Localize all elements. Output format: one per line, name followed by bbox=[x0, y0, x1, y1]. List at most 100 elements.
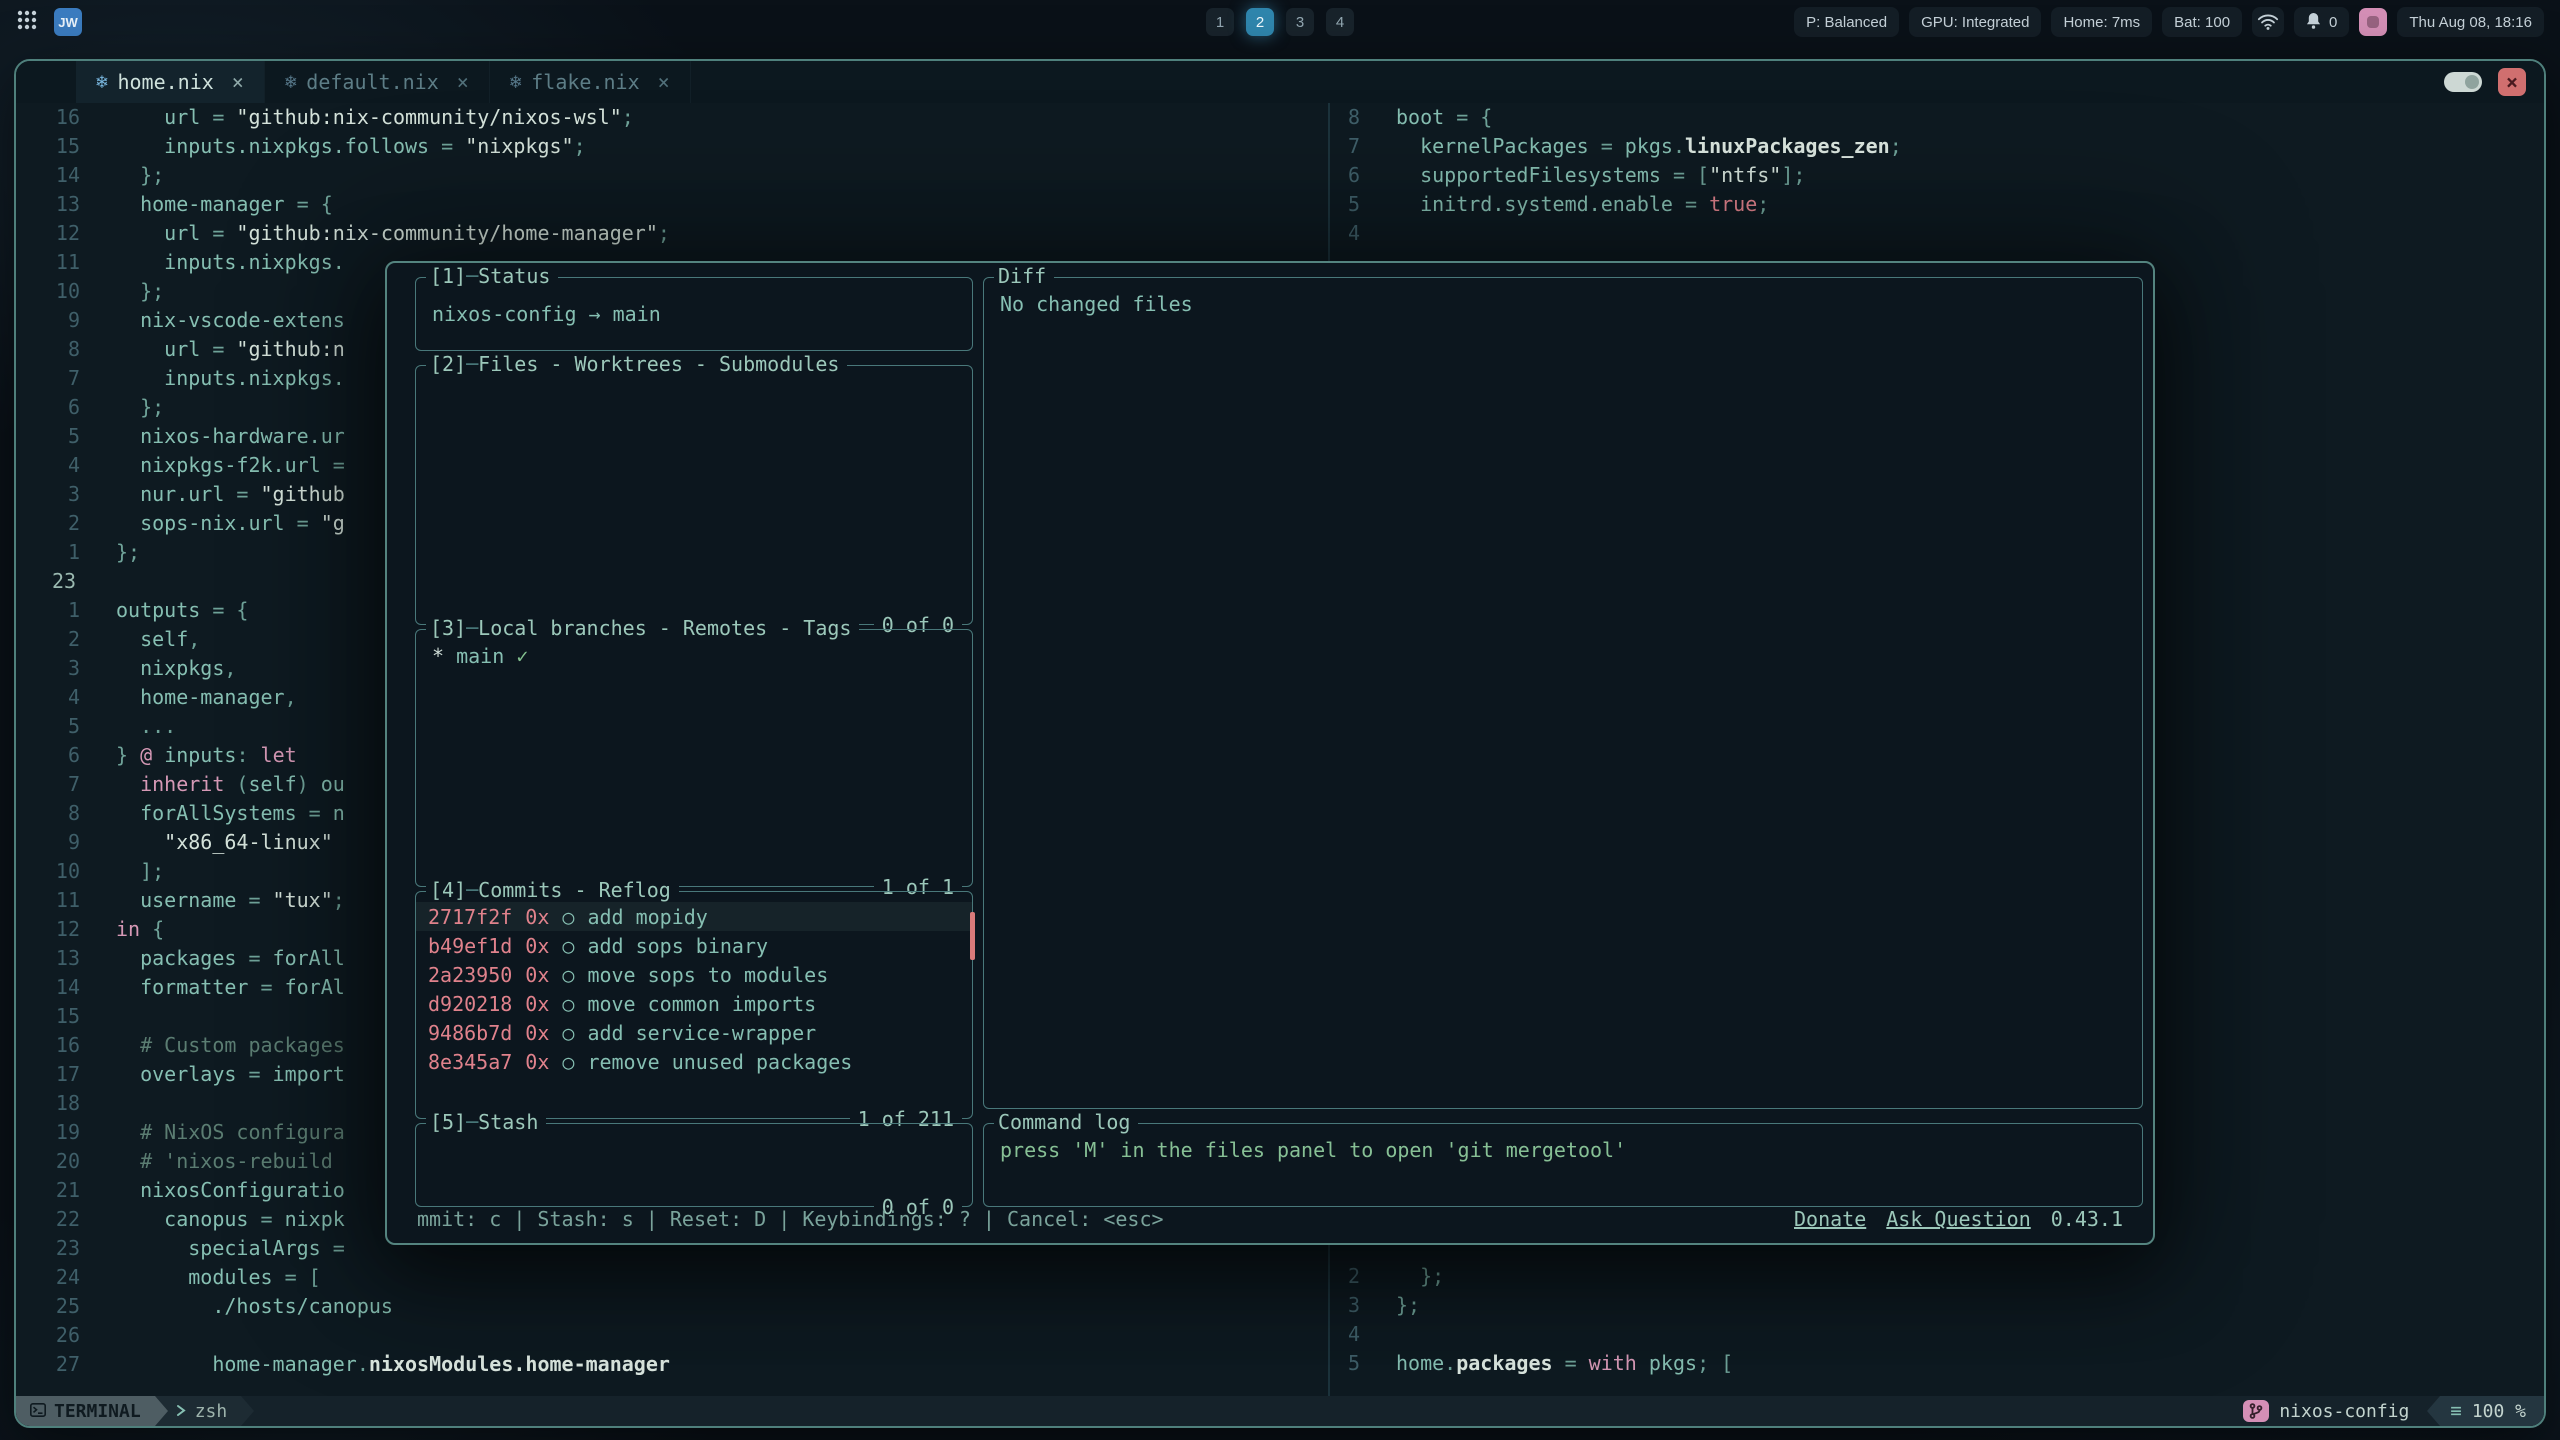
workspace-button-1[interactable]: 1 bbox=[1206, 8, 1234, 36]
lazygit-branches-panel[interactable]: [3]Local branches - Remotes - Tags * mai… bbox=[415, 629, 973, 887]
mode-indicator: TERMINAL bbox=[16, 1396, 155, 1426]
lazygit-commits-panel[interactable]: [4]Commits - Reflog 2717f2f0x○add mopidy… bbox=[415, 891, 973, 1119]
commit-row[interactable]: 9486b7d0x○add service-wrapper bbox=[416, 1018, 972, 1047]
code-line: 15 inputs.nixpkgs.follows = "nixpkgs"; bbox=[16, 132, 1326, 161]
tab-close-icon[interactable]: × bbox=[658, 70, 670, 94]
line-number: 7 bbox=[1334, 132, 1360, 161]
line-number: 4 bbox=[1334, 1320, 1360, 1349]
commit-author: 0x bbox=[525, 934, 549, 958]
code-line: 4 bbox=[1334, 219, 2544, 248]
command-log-content: press 'M' in the files panel to open 'gi… bbox=[984, 1124, 2142, 1177]
user-badge[interactable]: JW bbox=[54, 8, 82, 36]
status-module-latency[interactable]: Home: 7ms bbox=[2051, 7, 2152, 37]
line-number: 5 bbox=[1334, 190, 1360, 219]
powerline-separator bbox=[2427, 1396, 2440, 1426]
line-number: 4 bbox=[16, 451, 80, 480]
commit-row[interactable]: d9202180x○move common imports bbox=[416, 989, 972, 1018]
window-toggle-pill[interactable] bbox=[2444, 72, 2482, 92]
window-close-button[interactable]: × bbox=[2498, 68, 2526, 96]
workspace-button-4[interactable]: 4 bbox=[1326, 8, 1354, 36]
commit-graph-node-icon: ○ bbox=[562, 963, 574, 987]
lazygit-diff-panel[interactable]: Diff No changed files bbox=[983, 277, 2143, 1109]
editor-pane-right-bottom[interactable]: 2 };3};45home.packages = with pkgs; [ bbox=[1334, 1262, 2544, 1378]
code-line: 2 }; bbox=[1334, 1262, 2544, 1291]
topbar-right: P: Balanced GPU: Integrated Home: 7ms Bat: … bbox=[1794, 7, 2544, 37]
editor-pane-right-top[interactable]: 8boot = {7 kernelPackages = pkgs.linuxPa… bbox=[1334, 103, 2544, 248]
ask-question-link[interactable]: Ask Question bbox=[1886, 1207, 2031, 1231]
wifi-icon[interactable] bbox=[2252, 7, 2284, 37]
line-number: 2 bbox=[16, 625, 80, 654]
line-number: 20 bbox=[16, 1147, 80, 1176]
status-module-battery[interactable]: Bat: 100 bbox=[2162, 7, 2242, 37]
keybindings-hint: mmit: c | Stash: s | Reset: D | Keybindi… bbox=[417, 1207, 1164, 1231]
commit-hash: b49ef1d bbox=[428, 934, 512, 958]
commit-row[interactable]: 2717f2f0x○add mopidy bbox=[416, 902, 972, 931]
lazygit-status-panel[interactable]: [1]Status nixos-config → main bbox=[415, 277, 973, 351]
line-number: 3 bbox=[1334, 1291, 1360, 1320]
line-number: 12 bbox=[16, 219, 80, 248]
branch-sync-check-icon: ✓ bbox=[516, 644, 528, 668]
code-line: 25 ./hosts/canopus bbox=[16, 1292, 1326, 1321]
line-number: 11 bbox=[16, 248, 80, 277]
terminal-mode-icon bbox=[30, 1401, 46, 1422]
commit-row[interactable]: 2a239500x○move sops to modules bbox=[416, 960, 972, 989]
tab-label: default.nix bbox=[306, 70, 438, 94]
line-number: 3 bbox=[16, 480, 80, 509]
panel-title: Local branches - Remotes - Tags bbox=[478, 616, 851, 640]
commit-graph-node-icon: ○ bbox=[562, 934, 574, 958]
code-line: 16 url = "github:nix-community/nixos-wsl… bbox=[16, 103, 1326, 132]
status-module-gpu[interactable]: GPU: Integrated bbox=[1909, 7, 2041, 37]
lazygit-files-panel[interactable]: [2]Files - Worktrees - Submodules 0 of 0 bbox=[415, 365, 973, 625]
topbar-left: JW bbox=[16, 8, 82, 36]
donate-link[interactable]: Donate bbox=[1794, 1207, 1866, 1231]
tab-label: home.nix bbox=[117, 70, 213, 94]
workspace-button-3[interactable]: 3 bbox=[1286, 8, 1314, 36]
commit-row[interactable]: 8e345a70x○remove unused packages bbox=[416, 1047, 972, 1076]
line-number: 14 bbox=[16, 161, 80, 190]
tab-close-icon[interactable]: × bbox=[232, 70, 244, 94]
line-number: 17 bbox=[16, 1060, 80, 1089]
status-module-power-profile[interactable]: P: Balanced bbox=[1794, 7, 1899, 37]
notification-count: 0 bbox=[2329, 14, 2337, 31]
clock[interactable]: Thu Aug 08, 18:16 bbox=[2397, 7, 2544, 37]
line-number: 25 bbox=[16, 1292, 80, 1321]
line-number: 1 bbox=[16, 538, 80, 567]
line-number: 10 bbox=[16, 277, 80, 306]
tab-close-icon[interactable]: × bbox=[457, 70, 469, 94]
line-number: 2 bbox=[16, 509, 80, 538]
powerline-separator bbox=[155, 1396, 168, 1426]
color-swatch-icon[interactable] bbox=[2359, 8, 2387, 36]
panel-title: Command log bbox=[998, 1110, 1130, 1134]
line-number: 13 bbox=[16, 190, 80, 219]
lazygit-command-log-panel[interactable]: Command log press 'M' in the files panel… bbox=[983, 1123, 2143, 1207]
line-number: 6 bbox=[1334, 161, 1360, 190]
commits-scrollbar[interactable] bbox=[970, 912, 975, 960]
tab-default.nix[interactable]: ❄default.nix× bbox=[265, 61, 490, 103]
line-number: 8 bbox=[16, 799, 80, 828]
line-number: 1 bbox=[16, 596, 80, 625]
git-branch-icon bbox=[2243, 1400, 2269, 1422]
tab-label: flake.nix bbox=[531, 70, 639, 94]
commit-hash: 9486b7d bbox=[428, 1021, 512, 1045]
app-launcher-icon[interactable] bbox=[16, 9, 38, 36]
tab-home.nix[interactable]: ❄home.nix× bbox=[76, 61, 265, 103]
commit-author: 0x bbox=[525, 963, 549, 987]
code-line: 8boot = { bbox=[1334, 103, 2544, 132]
line-number: 27 bbox=[16, 1350, 80, 1379]
code-line: 7 kernelPackages = pkgs.linuxPackages_ze… bbox=[1334, 132, 2544, 161]
panel-title: Diff bbox=[998, 264, 1046, 288]
workspace-button-2[interactable]: 2 bbox=[1246, 8, 1274, 36]
commit-message: remove unused packages bbox=[587, 1050, 852, 1074]
commit-author: 0x bbox=[525, 992, 549, 1016]
lazygit-stash-panel[interactable]: [5]Stash 0 of 0 bbox=[415, 1123, 973, 1207]
commit-message: add sops binary bbox=[587, 934, 768, 958]
panel-key: [3] bbox=[430, 616, 478, 640]
shell-prompt-icon bbox=[176, 1401, 187, 1422]
notifications-chip[interactable]: 0 bbox=[2294, 7, 2349, 37]
panel-title: Stash bbox=[478, 1110, 538, 1134]
commit-row[interactable]: b49ef1d 0x ○ add sops binary bbox=[416, 931, 972, 960]
commit-author: 0x bbox=[525, 905, 549, 929]
commit-hash: d920218 bbox=[428, 992, 512, 1016]
tab-flake.nix[interactable]: ❄flake.nix× bbox=[490, 61, 691, 103]
panel-title: Files - Worktrees - Submodules bbox=[478, 352, 839, 376]
